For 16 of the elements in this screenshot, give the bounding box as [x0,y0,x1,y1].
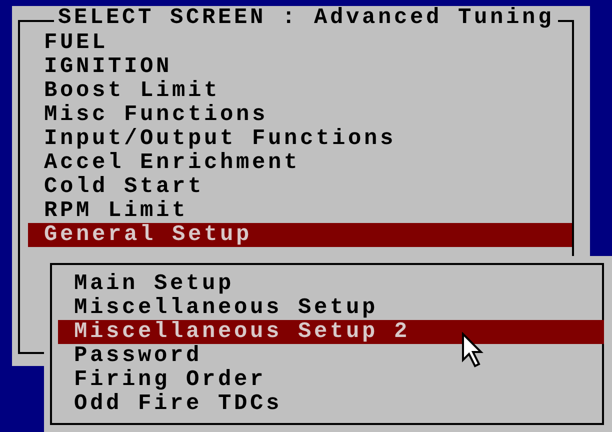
menu-item[interactable]: General Setup [28,223,572,247]
menu-item[interactable]: Input/Output Functions [28,127,572,151]
submenu-item[interactable]: Odd Fire TDCs [58,392,604,416]
menu-item[interactable]: FUEL [28,31,572,55]
menu-item[interactable]: Accel Enrichment [28,151,572,175]
menu-item[interactable]: RPM Limit [28,199,572,223]
menu-item[interactable]: IGNITION [28,55,572,79]
window-title: SELECT SCREEN : Advanced Tuning [54,6,558,30]
submenu-item[interactable]: Miscellaneous Setup [58,296,604,320]
submenu-item[interactable]: Firing Order [58,368,604,392]
menu-item[interactable]: Boost Limit [28,79,572,103]
submenu-item[interactable]: Miscellaneous Setup 2 [58,320,604,344]
menu-item[interactable]: Cold Start [28,175,572,199]
menu-item[interactable]: Misc Functions [28,103,572,127]
submenu-item[interactable]: Password [58,344,604,368]
submenu-item[interactable]: Main Setup [58,272,604,296]
